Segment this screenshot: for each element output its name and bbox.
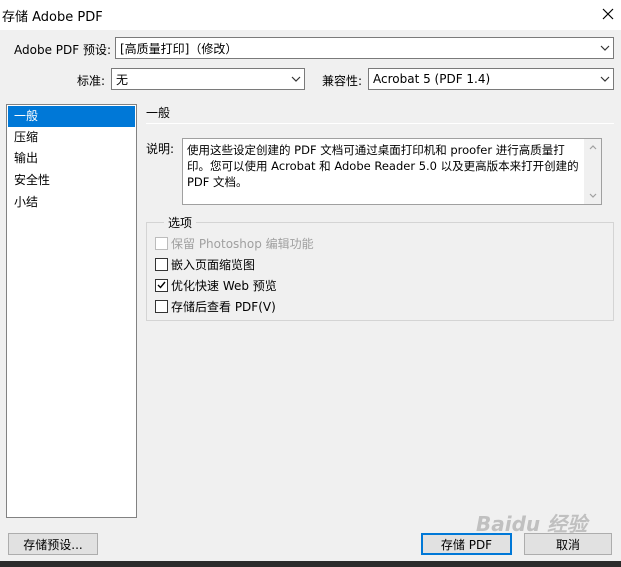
nav-item-general[interactable]: 一般 (8, 106, 135, 127)
background-strip (0, 561, 621, 567)
description-scrollbar[interactable] (584, 139, 601, 204)
compat-value: Acrobat 5 (PDF 1.4) (373, 72, 491, 86)
option-label: 优化快速 Web 预览 (171, 278, 277, 293)
checkbox[interactable] (155, 278, 168, 292)
window-title: 存储 Adobe PDF (2, 10, 103, 25)
option-fast-web-view[interactable]: 优化快速 Web 预览 (155, 277, 277, 293)
close-icon (602, 8, 614, 20)
watermark-logo: Baidu 经验 (476, 512, 588, 536)
compat-label: 兼容性: (322, 74, 363, 88)
section-title: 一般 (146, 106, 171, 120)
checkbox[interactable] (155, 299, 168, 313)
checkbox[interactable] (155, 257, 168, 271)
option-label: 嵌入页面缩览图 (171, 257, 256, 272)
checkmark-icon (157, 281, 166, 289)
category-list: 一般 压缩 输出 安全性 小结 (6, 104, 137, 518)
compat-dropdown[interactable]: Acrobat 5 (PDF 1.4) (368, 68, 614, 90)
option-label: 保留 Photoshop 编辑功能 (171, 236, 314, 251)
chevron-down-icon (597, 69, 613, 89)
nav-item-compression[interactable]: 压缩 (8, 127, 135, 148)
standard-dropdown[interactable]: 无 (111, 68, 305, 90)
nav-item-security[interactable]: 安全性 (8, 170, 135, 191)
scroll-down-icon[interactable] (584, 187, 601, 204)
option-label: 存储后查看 PDF(V) (171, 299, 276, 314)
checkbox (155, 236, 168, 250)
description-box: 使用这些设定创建的 PDF 文档可通过桌面打印机和 proofer 进行高质量打… (182, 138, 602, 205)
preset-value: [高质量打印]（修改） (120, 41, 238, 56)
description-text: 使用这些设定创建的 PDF 文档可通过桌面打印机和 proofer 进行高质量打… (187, 143, 579, 189)
close-button[interactable] (596, 3, 620, 25)
preset-label: Adobe PDF 预设: (14, 43, 112, 57)
section-divider (146, 123, 614, 124)
scroll-up-icon[interactable] (584, 139, 601, 156)
option-view-after-save[interactable]: 存储后查看 PDF(V) (155, 298, 276, 314)
option-preserve-photoshop: 保留 Photoshop 编辑功能 (155, 235, 314, 251)
save-preset-button[interactable]: 存储预设... (8, 533, 98, 555)
nav-item-output[interactable]: 输出 (8, 148, 135, 169)
options-legend: 选项 (164, 214, 197, 231)
nav-item-summary[interactable]: 小结 (8, 192, 135, 213)
standard-label: 标准: (77, 74, 106, 88)
standard-value: 无 (116, 72, 129, 87)
chevron-down-icon (597, 38, 613, 58)
description-label: 说明: (146, 142, 175, 156)
preset-dropdown[interactable]: [高质量打印]（修改） (115, 37, 614, 59)
chevron-down-icon (288, 69, 304, 89)
option-embed-thumbnails[interactable]: 嵌入页面缩览图 (155, 256, 255, 272)
